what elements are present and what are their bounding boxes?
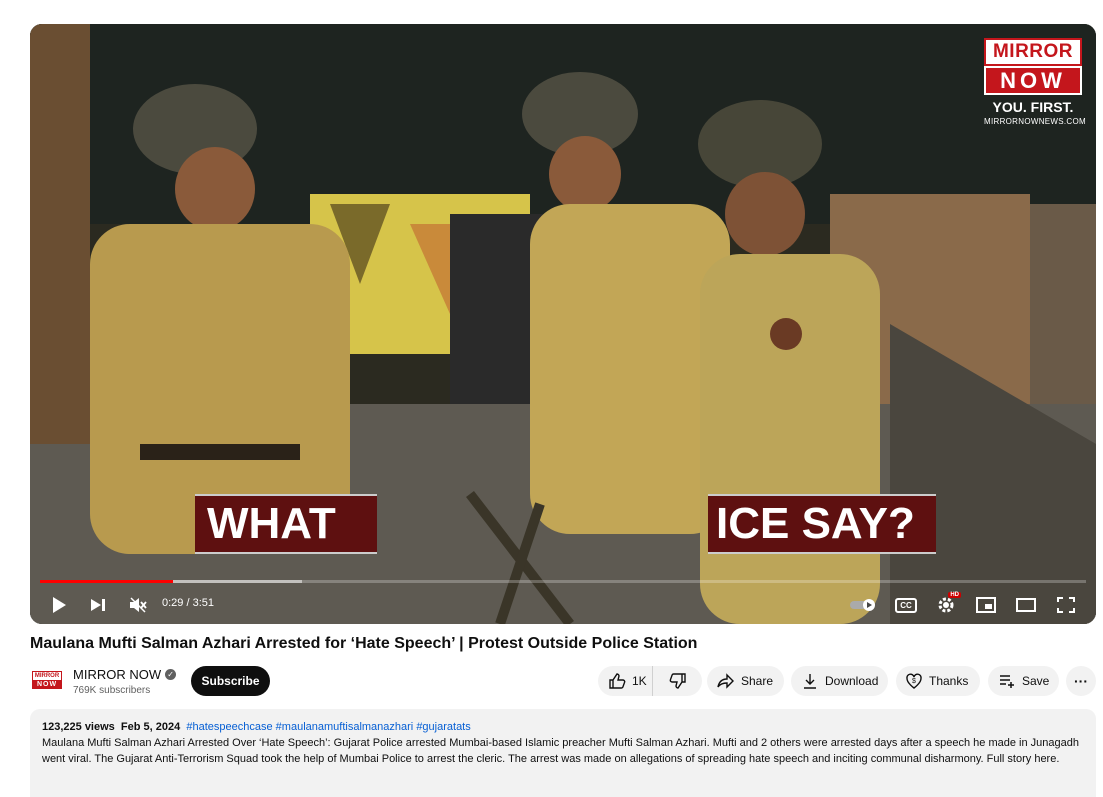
like-count: 1K — [632, 674, 647, 688]
save-button[interactable]: Save — [988, 666, 1059, 696]
autoplay-toggle[interactable] — [848, 590, 878, 620]
subscriber-count: 769K subscribers — [73, 685, 151, 696]
fullscreen-icon — [1057, 597, 1075, 613]
logo-tagline: YOU. FIRST. — [992, 99, 1074, 115]
settings-button[interactable]: HD — [934, 590, 961, 620]
theater-icon — [1016, 598, 1036, 612]
more-actions-button[interactable]: ··· — [1066, 666, 1096, 696]
more-icon: ··· — [1074, 673, 1088, 689]
avatar-word-mirror: MIRROR — [32, 671, 62, 681]
save-label: Save — [1022, 674, 1050, 688]
settings-icon — [938, 597, 954, 613]
download-label: Download — [825, 674, 879, 688]
channel-name[interactable]: MIRROR NOW — [73, 667, 161, 682]
subtitles-button[interactable]: CC — [894, 590, 918, 620]
channel-watermark-logo: MIRROR NOW YOU. FIRST. MIRRORNOWNEWS.COM — [984, 38, 1086, 126]
caption-banner-left: WHAT — [195, 494, 377, 554]
video-title: Maulana Mufti Salman Azhari Arrested for… — [30, 635, 698, 652]
fullscreen-button[interactable] — [1054, 590, 1078, 620]
play-button[interactable] — [46, 590, 72, 620]
dislike-button[interactable] — [653, 666, 702, 696]
thanks-label: Thanks — [929, 674, 969, 688]
avatar-word-now: NOW — [32, 681, 62, 689]
next-icon — [91, 599, 105, 611]
time-display: 0:29 / 3:51 — [162, 597, 214, 609]
download-icon — [801, 672, 819, 690]
logo-word-mirror: MIRROR — [984, 38, 1082, 66]
video-player[interactable]: MIRROR NOW YOU. FIRST. MIRRORNOWNEWS.COM… — [30, 24, 1096, 624]
channel-name-row[interactable]: MIRROR NOW ✓ — [73, 667, 177, 682]
autoplay-icon — [850, 599, 875, 611]
like-dislike-group: 1K — [598, 666, 702, 696]
like-icon — [608, 672, 626, 690]
view-count: 123,225 views — [42, 721, 115, 733]
video-frame — [30, 24, 1096, 624]
save-icon — [998, 672, 1016, 690]
logo-word-now: NOW — [984, 66, 1082, 95]
description-box[interactable]: 123,225 views Feb 5, 2024 #hatespeechcas… — [30, 709, 1096, 797]
thanks-icon: $ — [905, 672, 923, 690]
dislike-icon — [669, 672, 687, 690]
logo-url: MIRRORNOWNEWS.COM — [984, 117, 1086, 126]
channel-avatar[interactable]: MIRROR NOW — [32, 671, 62, 689]
mute-button[interactable] — [126, 590, 150, 620]
progress-played — [40, 580, 173, 583]
progress-bar[interactable] — [40, 580, 1086, 583]
upload-date: Feb 5, 2024 — [120, 721, 181, 733]
share-label: Share — [741, 674, 774, 688]
subscribe-button[interactable]: Subscribe — [191, 666, 270, 696]
hashtag-link[interactable]: #maulanamuftisalmanazhari — [276, 721, 414, 733]
miniplayer-icon — [976, 597, 996, 613]
thanks-button[interactable]: $ Thanks — [896, 666, 980, 696]
verified-icon: ✓ — [165, 669, 177, 680]
like-button[interactable]: 1K — [598, 666, 653, 696]
hashtag-link[interactable]: #hatespeechcase — [186, 721, 272, 733]
share-icon — [717, 672, 735, 690]
caption-banner-right: ICE SAY? — [708, 494, 936, 554]
share-button[interactable]: Share — [707, 666, 784, 696]
hashtag-link[interactable]: #gujaratats — [416, 721, 470, 733]
player-controls: 0:29 / 3:51 CC HD — [30, 590, 1096, 624]
cc-icon: CC — [895, 597, 917, 613]
play-icon — [53, 597, 66, 613]
next-button[interactable] — [86, 590, 110, 620]
svg-text:$: $ — [912, 678, 916, 685]
description-text: Maulana Mufti Salman Azhari Arrested Ove… — [42, 737, 1079, 765]
description-meta-line: 123,225 views Feb 5, 2024 #hatespeechcas… — [42, 719, 1084, 735]
theater-mode-button[interactable] — [1014, 590, 1038, 620]
mute-icon — [130, 597, 147, 613]
miniplayer-button[interactable] — [974, 590, 998, 620]
hd-badge: HD — [948, 592, 961, 598]
download-button[interactable]: Download — [791, 666, 888, 696]
